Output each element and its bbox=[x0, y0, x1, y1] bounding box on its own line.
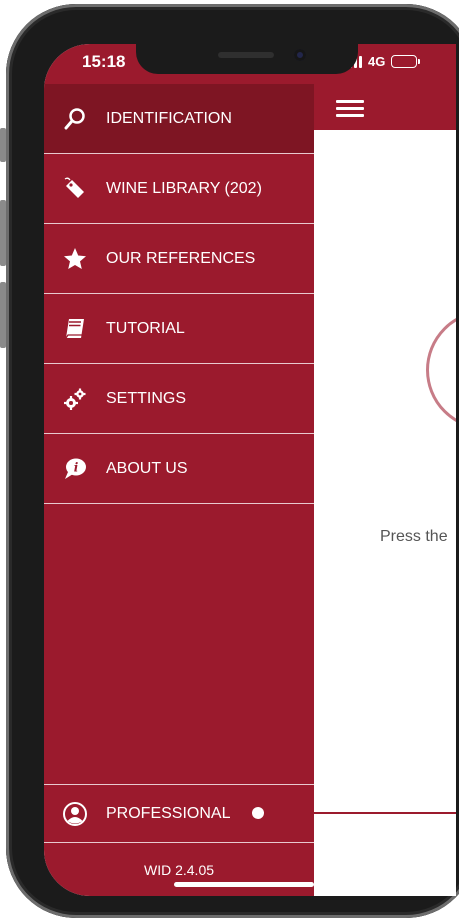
menu-item-tutorial[interactable]: TUTORIAL bbox=[44, 294, 314, 364]
app-version: WID 2.4.05 bbox=[143, 862, 215, 878]
professional-toggle-track[interactable] bbox=[259, 812, 456, 814]
svg-text:i: i bbox=[74, 460, 79, 474]
home-indicator bbox=[174, 882, 314, 887]
info-bubble-icon: i bbox=[44, 456, 106, 482]
menu-item-label: WINE LIBRARY (202) bbox=[106, 179, 262, 197]
status-time: 15:18 bbox=[82, 52, 126, 71]
scan-circle[interactable] bbox=[426, 310, 456, 430]
drawer-footer: PROFESSIONAL WID 2.4.05 bbox=[44, 784, 314, 896]
notch bbox=[136, 44, 358, 74]
magnifier-icon bbox=[44, 106, 106, 132]
speaker bbox=[218, 52, 274, 58]
menu-item-label: ABOUT US bbox=[106, 459, 188, 477]
screen: 15:18 IDENTIFICATION WINE LIBRARY (202) … bbox=[44, 44, 456, 896]
professional-toggle-knob[interactable] bbox=[252, 807, 264, 819]
front-camera bbox=[294, 49, 306, 61]
battery-icon bbox=[391, 55, 421, 68]
menu-list: IDENTIFICATION WINE LIBRARY (202) OUR RE… bbox=[44, 84, 314, 504]
menu-item-identification[interactable]: IDENTIFICATION bbox=[44, 84, 314, 154]
menu-item-about-us[interactable]: i ABOUT US bbox=[44, 434, 314, 504]
navigation-drawer: 15:18 IDENTIFICATION WINE LIBRARY (202) … bbox=[44, 44, 314, 896]
menu-item-label: SETTINGS bbox=[106, 389, 187, 407]
hamburger-menu-icon[interactable] bbox=[336, 100, 364, 118]
menu-item-our-references[interactable]: OUR REFERENCES bbox=[44, 224, 314, 294]
gears-icon bbox=[44, 386, 106, 412]
tag-icon bbox=[44, 176, 106, 202]
menu-item-settings[interactable]: SETTINGS bbox=[44, 364, 314, 434]
volume-up-button bbox=[0, 200, 6, 266]
star-icon bbox=[44, 246, 106, 272]
menu-item-label: TUTORIAL bbox=[106, 319, 185, 337]
professional-label: PROFESSIONAL bbox=[106, 804, 231, 822]
volume-down-button bbox=[0, 282, 6, 348]
menu-item-label: IDENTIFICATION bbox=[106, 109, 232, 127]
book-icon bbox=[44, 316, 106, 342]
network-type: 4G bbox=[368, 54, 386, 69]
professional-item[interactable]: PROFESSIONAL bbox=[44, 785, 314, 843]
menu-item-label: OUR REFERENCES bbox=[106, 249, 256, 267]
silent-switch bbox=[0, 128, 6, 162]
hint-text: Press the bbox=[380, 528, 448, 545]
menu-item-wine-library[interactable]: WINE LIBRARY (202) bbox=[44, 154, 314, 224]
main-content: 4G Press the bbox=[314, 44, 456, 896]
user-avatar-icon bbox=[44, 801, 106, 827]
